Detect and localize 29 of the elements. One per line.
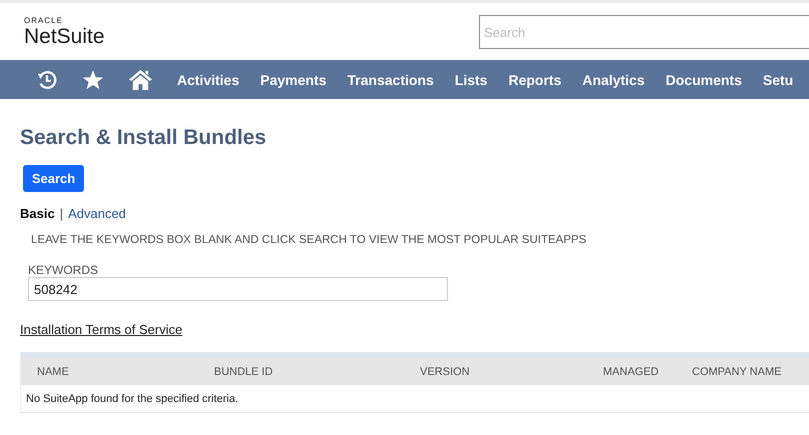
terms-link[interactable]: Installation Terms of Service	[20, 322, 182, 337]
mode-link[interactable]: Advanced	[68, 206, 126, 221]
nav-menu-item[interactable]: Documents	[666, 72, 742, 88]
search-button[interactable]: Search	[23, 165, 84, 192]
mode-tab-active[interactable]: Basic	[20, 206, 55, 221]
home-icon[interactable]	[128, 68, 153, 91]
column-header: COMPANY NAME	[692, 366, 782, 378]
separator: |	[60, 206, 64, 221]
column-header: BUNDLE ID	[214, 366, 274, 378]
column-header: MANAGED	[603, 366, 660, 378]
column-header: VERSION	[420, 366, 471, 378]
nav-menu-item[interactable]: Payments	[260, 72, 326, 88]
page-title: Search & Install Bundles	[20, 125, 268, 151]
column-header: NAME	[37, 366, 70, 378]
logo-brand: ORACLE	[24, 16, 64, 25]
history-icon[interactable]	[36, 68, 58, 90]
star-icon[interactable]	[82, 68, 104, 90]
search-field[interactable]: Search	[479, 15, 809, 49]
hint-text: LEAVE THE KEYWORDS BOX BLANK AND CLICK SEARCH TO VIEW THE MOST POPULAR SUITEAPPS	[31, 234, 588, 246]
nav-menu-item[interactable]: Analytics	[582, 72, 645, 88]
nav-menu-item[interactable]: Transactions	[347, 72, 434, 88]
nav-menu-item[interactable]: Reports	[508, 72, 562, 88]
nav-menu-item[interactable]: Setu	[762, 72, 794, 88]
keywords-label: KEYWORDS	[28, 263, 100, 277]
keywords-field[interactable]: 508242	[28, 277, 448, 301]
nav-menu-item[interactable]: Lists	[454, 72, 488, 88]
nav-menu-item[interactable]: Activities	[177, 72, 240, 88]
logo-product: NetSuite	[24, 25, 105, 49]
empty-message: No SuiteApp found for the specified criteria.	[26, 392, 238, 404]
